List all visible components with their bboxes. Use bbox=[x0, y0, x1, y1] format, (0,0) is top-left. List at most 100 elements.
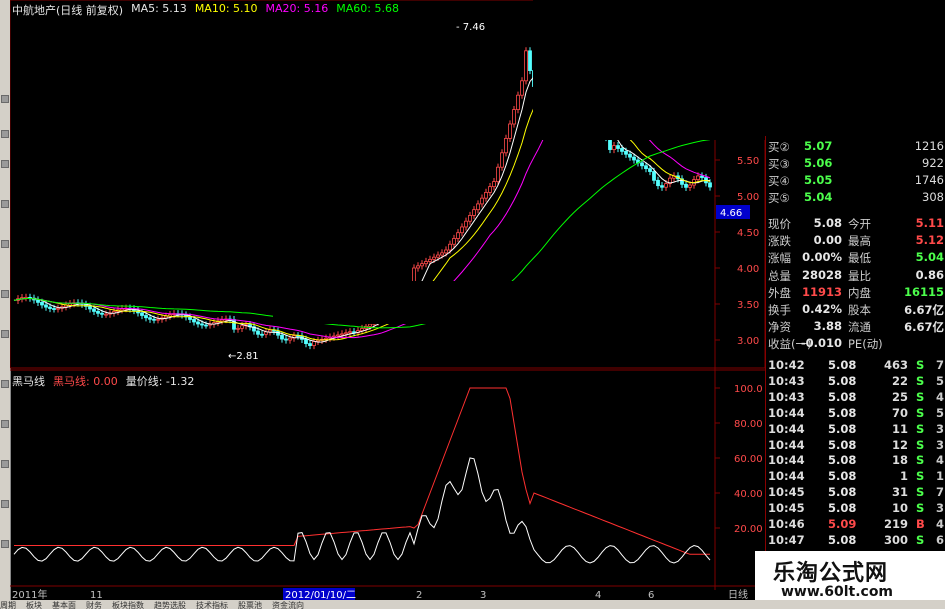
tick-side: S bbox=[916, 405, 925, 420]
toolbar-button[interactable] bbox=[1, 540, 9, 548]
tick-time: 10:43 bbox=[768, 373, 805, 388]
toolbar-button[interactable] bbox=[1, 420, 9, 428]
candle-body bbox=[140, 312, 144, 316]
bottom-tab[interactable]: 财务 bbox=[86, 601, 102, 609]
liangjia-line bbox=[13, 457, 711, 564]
toolbar-button[interactable] bbox=[1, 290, 9, 298]
stat-label: 总量 bbox=[768, 268, 791, 283]
candle-body bbox=[656, 179, 660, 187]
bottom-tab[interactable]: 基本面 bbox=[52, 601, 76, 609]
bottom-tab[interactable]: 板块指数 bbox=[112, 601, 144, 609]
candle-body bbox=[476, 203, 480, 211]
tick-price: 5.08 bbox=[828, 405, 857, 420]
tick-price: 5.08 bbox=[828, 358, 857, 372]
candle-body bbox=[48, 306, 52, 309]
toolbar-button[interactable] bbox=[1, 95, 9, 103]
tick-side: B bbox=[916, 517, 925, 531]
tick-volume: 1 bbox=[899, 469, 908, 484]
price-tick-label: 4.50 bbox=[737, 228, 759, 239]
stat-label: 涨幅 bbox=[768, 251, 791, 266]
candle-body bbox=[500, 152, 504, 168]
bottom-tab[interactable]: 周期 bbox=[0, 601, 16, 609]
toolbar-button[interactable] bbox=[1, 330, 9, 338]
candle-body bbox=[648, 168, 652, 172]
tick-time: 10:44 bbox=[768, 405, 805, 420]
candle-body bbox=[464, 220, 468, 228]
candle-body bbox=[620, 148, 624, 152]
candle-body bbox=[628, 153, 632, 158]
tick-volume: 300 bbox=[883, 532, 908, 547]
bottom-tab[interactable]: 趋势选股 bbox=[154, 601, 186, 609]
toolbar-button[interactable] bbox=[1, 130, 9, 138]
stat-value: -0.010 bbox=[800, 336, 842, 351]
tick-price: 5.08 bbox=[828, 373, 857, 388]
tick-row: 10:44 5.08 11 S 3 bbox=[766, 422, 945, 438]
toolbar-button[interactable] bbox=[1, 380, 9, 388]
candle-body bbox=[144, 315, 148, 319]
tick-side: S bbox=[916, 532, 925, 547]
tick-count: 7 bbox=[935, 485, 944, 500]
toolbar-button[interactable] bbox=[1, 500, 9, 508]
tick-row: 10:45 5.08 10 S 3 bbox=[766, 501, 945, 517]
candle-body bbox=[268, 329, 272, 333]
stat-label-2: 最低 bbox=[848, 251, 871, 266]
tick-row: 10:45 5.08 31 S 7 bbox=[766, 485, 945, 501]
bottom-tab[interactable]: 资金流向 bbox=[272, 601, 304, 609]
candle-body bbox=[316, 339, 320, 342]
tick-volume: 10 bbox=[891, 501, 908, 516]
tick-count: 3 bbox=[935, 437, 944, 452]
indicator-tick-label: 40.00 bbox=[734, 489, 763, 500]
candle-body bbox=[192, 319, 196, 323]
stat-label-2: 流通 bbox=[848, 320, 871, 335]
tick-time: 10:47 bbox=[768, 532, 805, 547]
tick-volume: 22 bbox=[891, 373, 908, 388]
candle-body bbox=[236, 327, 240, 330]
bottom-tab[interactable]: 股票池 bbox=[238, 601, 262, 609]
tick-price: 5.08 bbox=[828, 469, 857, 484]
toolbar-button[interactable] bbox=[1, 200, 9, 208]
bottom-tab[interactable]: 技术指标 bbox=[196, 601, 228, 609]
candle-body bbox=[188, 316, 192, 320]
price-tick-label: 5.00 bbox=[737, 192, 759, 203]
bid-label: 买④ bbox=[768, 174, 790, 188]
candle-body bbox=[240, 325, 244, 329]
stat-value: 0.42% bbox=[802, 302, 842, 316]
candle-body bbox=[528, 50, 532, 71]
bottom-tab-bar[interactable]: 周期 板块 基本面 财务 板块指数 趋势选股 技术指标 股票池 资金流向 bbox=[0, 600, 945, 609]
high-annotation: - 7.46 bbox=[456, 22, 485, 33]
order-book-row: 买③ 5.06 922 bbox=[766, 156, 945, 172]
liangjia-label: 量价线: -1.32 bbox=[125, 375, 195, 388]
stat-value-2: 5.11 bbox=[915, 216, 944, 230]
stat-row: 外盘 11913 内盘 16115 bbox=[766, 285, 945, 301]
indicator-tick-label: 20.00 bbox=[734, 524, 763, 535]
stat-value: 5.08 bbox=[813, 216, 842, 230]
stat-row: 现价 5.08 今开 5.11 bbox=[766, 216, 945, 232]
stat-value: 11913 bbox=[801, 284, 842, 299]
tick-side: S bbox=[916, 453, 925, 468]
candle-body bbox=[512, 109, 516, 125]
bid-label: 买⑤ bbox=[768, 191, 790, 205]
tick-row: 10:44 5.08 18 S 4 bbox=[766, 453, 945, 469]
toolbar-button[interactable] bbox=[1, 460, 9, 468]
order-book-row: 买② 5.07 1216 bbox=[766, 139, 945, 155]
candle-body bbox=[40, 301, 44, 306]
tick-time: 10:43 bbox=[768, 389, 805, 404]
ma10-label: MA10: 5.10 bbox=[194, 2, 258, 15]
toolbar-button[interactable] bbox=[1, 160, 9, 168]
stat-value: 28028 bbox=[801, 267, 842, 282]
candle-body bbox=[340, 333, 344, 336]
bid-volume: 1216 bbox=[914, 139, 944, 153]
toolbar-button[interactable] bbox=[1, 240, 9, 248]
tick-volume: 463 bbox=[883, 358, 908, 372]
candle-body bbox=[152, 318, 156, 321]
stat-label: 换手 bbox=[768, 303, 791, 317]
candle-body bbox=[260, 333, 264, 336]
candle-body bbox=[52, 308, 56, 310]
tick-count: 7 bbox=[935, 358, 944, 372]
candle-body bbox=[684, 183, 688, 188]
bottom-tab[interactable]: 板块 bbox=[26, 601, 42, 609]
candle-body bbox=[524, 50, 528, 82]
kline-chart[interactable]: 5.50 5.00 4.50 4.00 3.50 3.00 4.66 100.0 80.00 60… bbox=[10, 0, 765, 609]
candle-body bbox=[504, 137, 508, 154]
tick-price: 5.08 bbox=[828, 485, 857, 500]
